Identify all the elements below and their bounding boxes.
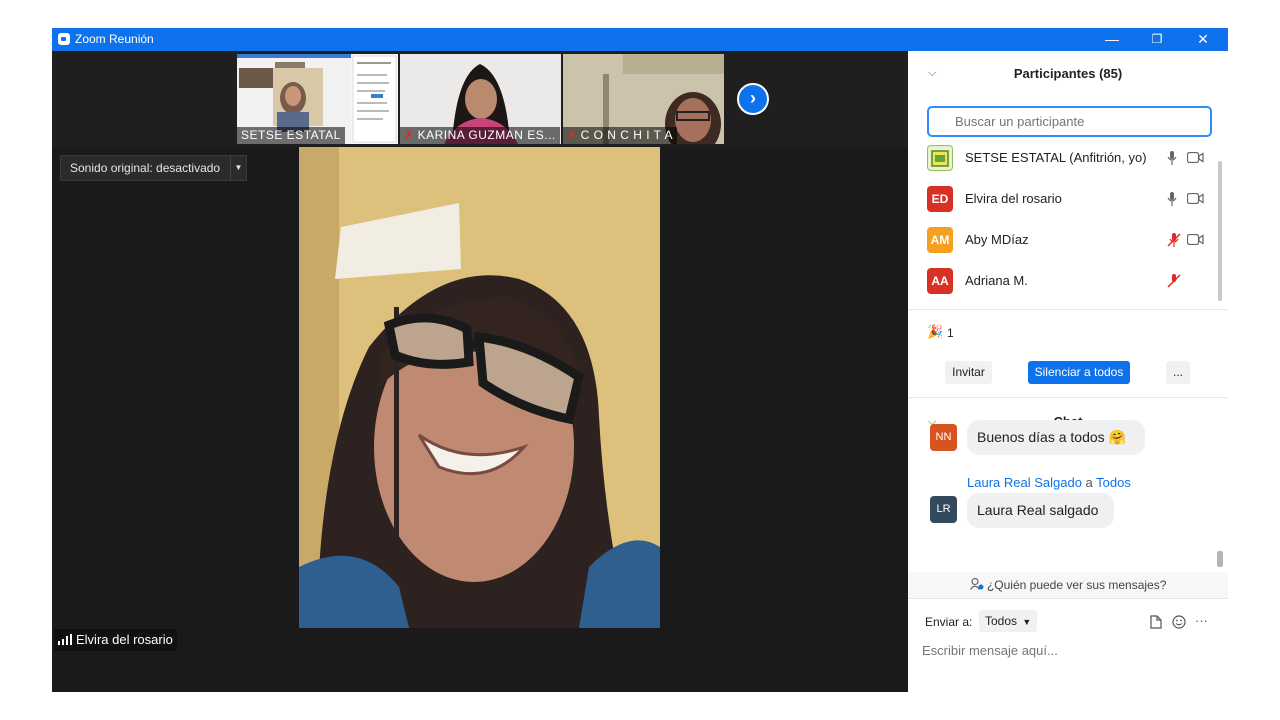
original-sound-toggle[interactable]: Sonido original: desactivado ▼	[60, 155, 247, 181]
invite-button[interactable]: Invitar	[945, 361, 992, 384]
muted-mic-icon: ✗	[404, 128, 415, 142]
avatar: NN	[930, 424, 957, 451]
send-to-label: Enviar a:	[925, 615, 973, 629]
person-info-icon	[969, 577, 984, 590]
more-options-button[interactable]: ...	[1166, 361, 1190, 384]
sender-recipient-connector: a	[1085, 475, 1093, 490]
side-panel: ⌵ Participantes (85) SETSE ESTATAL (Anfi…	[908, 51, 1228, 692]
participant-name: Aby MDíaz	[965, 232, 1029, 247]
muted-mic-icon[interactable]	[1167, 274, 1181, 288]
chat-scrollbar-track	[1218, 445, 1222, 565]
chat-message-text: Laura Real salgado	[977, 502, 1099, 518]
next-page-button[interactable]: ›	[737, 83, 769, 115]
chat-message-input[interactable]	[922, 637, 1212, 663]
thumbnail-name: ✗ C O N C H I T A	[563, 127, 677, 144]
party-popper-icon: 🎉	[927, 324, 944, 339]
gallery-strip: SETSE ESTATAL ✗ KARINA GUZMAN ES... ✗ C …	[52, 51, 908, 147]
participant-row[interactable]: SETSE ESTATAL (Anfitrión, yo)	[927, 145, 1212, 173]
avatar: LR	[930, 496, 957, 523]
zoom-window: Zoom Reunión — ❐ ✕ SETSE ESTATAL ✗ KARIN…	[52, 28, 1228, 692]
divider	[908, 309, 1228, 310]
send-to-dropdown[interactable]: Todos ▼	[979, 610, 1038, 632]
mute-all-button[interactable]: Silenciar a todos	[1028, 361, 1130, 384]
participant-row[interactable]: ED Elvira del rosario	[927, 186, 1212, 214]
participants-title: Participantes (85)	[1013, 66, 1123, 81]
reaction-count: 1	[947, 326, 954, 340]
video-camera-icon[interactable]	[1187, 193, 1204, 204]
restore-button[interactable]: ❐	[1134, 28, 1180, 51]
zoom-logo-icon	[58, 33, 70, 45]
participant-search-input[interactable]	[927, 106, 1212, 137]
mic-icon[interactable]	[1167, 192, 1177, 206]
video-thumbnail[interactable]: ✗ KARINA GUZMAN ES...	[400, 54, 561, 144]
thumbnail-name: SETSE ESTATAL	[237, 127, 345, 144]
close-button[interactable]: ✕	[1180, 28, 1226, 51]
original-sound-dropdown-icon[interactable]: ▼	[230, 156, 246, 180]
participant-name: Elvira del rosario	[965, 191, 1062, 206]
participant-name: Adriana M.	[965, 273, 1028, 288]
chat-message-text: Buenos días a todos	[977, 429, 1105, 445]
participant-row[interactable]: AA Adriana M.	[927, 268, 1212, 296]
minimize-button[interactable]: —	[1089, 28, 1135, 51]
chat-message-header: Laura Real Salgado a Todos	[967, 475, 1131, 490]
recipient-link[interactable]: Todos	[1096, 475, 1131, 490]
active-speaker-label: Elvira del rosario	[54, 629, 177, 651]
divider	[908, 598, 1228, 599]
avatar	[927, 145, 953, 171]
participants-scrollbar[interactable]	[1218, 161, 1222, 301]
original-sound-label: Sonido original: desactivado	[70, 161, 221, 175]
thumbnail-name: ✗ KARINA GUZMAN ES...	[400, 127, 560, 144]
video-thumbnail[interactable]: ✗ C O N C H I T A	[563, 54, 724, 144]
chat-message-bubble: Buenos días a todos 🤗	[967, 420, 1145, 455]
speaker-video-frame	[299, 147, 660, 628]
chevron-down-icon: ▼	[1022, 617, 1032, 627]
video-thumbnail[interactable]: SETSE ESTATAL	[237, 54, 398, 144]
chat-scrollbar[interactable]	[1217, 551, 1223, 567]
muted-mic-icon[interactable]	[1167, 233, 1181, 247]
title-bar: Zoom Reunión — ❐ ✕	[52, 28, 1228, 51]
file-icon[interactable]	[1150, 615, 1162, 629]
more-icon[interactable]: ···	[1195, 613, 1208, 628]
video-camera-icon[interactable]	[1187, 234, 1204, 245]
signal-bars-icon	[58, 634, 72, 645]
muted-mic-icon: ✗	[567, 128, 578, 142]
emoji-icon[interactable]	[1172, 615, 1186, 629]
participant-list: SETSE ESTATAL (Anfitrión, yo) ED Elvira …	[908, 145, 1228, 305]
participant-row[interactable]: AM Aby MDíaz	[927, 227, 1212, 255]
avatar: ED	[927, 186, 953, 212]
hugging-face-emoji: 🤗	[1108, 429, 1126, 445]
participant-name: SETSE ESTATAL (Anfitrión, yo)	[965, 150, 1147, 165]
chat-message-bubble: Laura Real salgado	[967, 493, 1114, 528]
meeting-area: SETSE ESTATAL ✗ KARINA GUZMAN ES... ✗ C …	[52, 51, 908, 692]
mic-icon[interactable]	[1167, 151, 1177, 165]
avatar: AM	[927, 227, 953, 253]
message-visibility-info[interactable]: ¿Quién puede ver sus mensajes?	[908, 572, 1228, 598]
avatar: AA	[927, 268, 953, 294]
video-camera-icon[interactable]	[1187, 152, 1204, 163]
active-speaker-video	[299, 147, 660, 628]
window-title: Zoom Reunión	[75, 32, 154, 46]
sender-name-link[interactable]: Laura Real Salgado	[967, 475, 1082, 490]
organization-logo-icon	[931, 150, 949, 167]
divider	[908, 397, 1228, 398]
